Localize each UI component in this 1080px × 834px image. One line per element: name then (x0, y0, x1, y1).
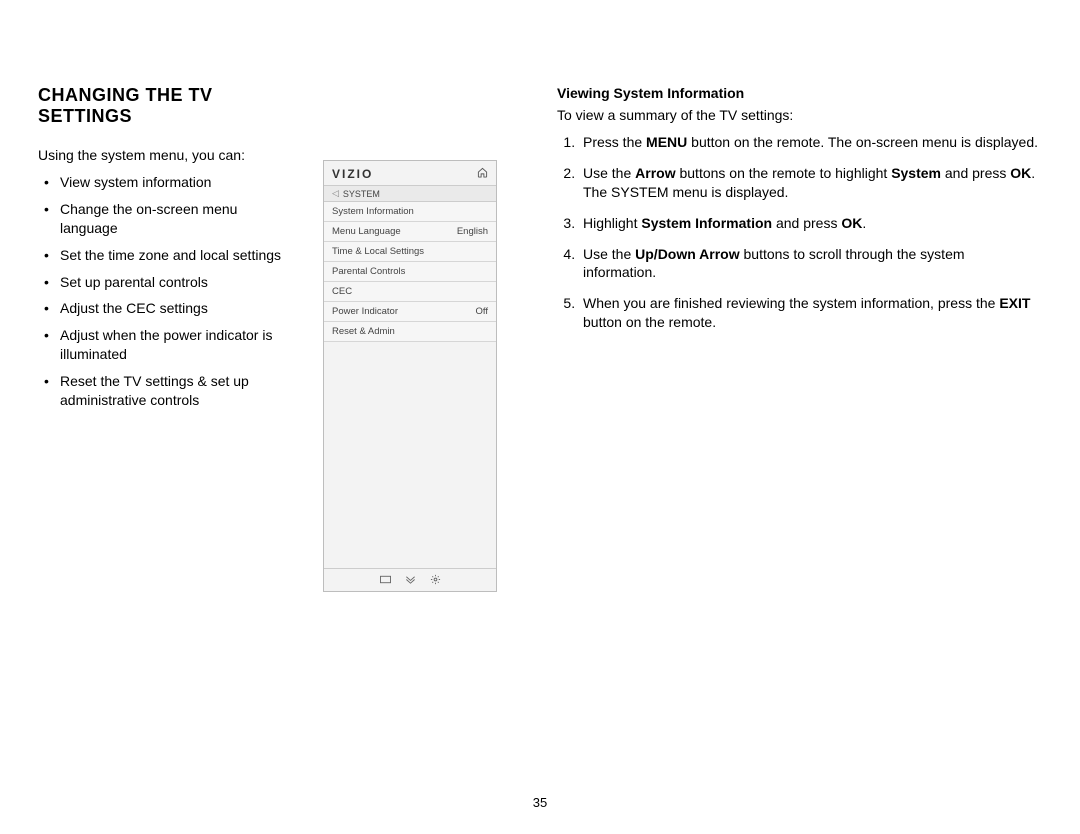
tv-menu-row: CEC (324, 282, 496, 302)
tv-menu-illustration: VIZIO ◁ SYSTEM System Information Menu L… (323, 160, 497, 592)
home-icon (477, 167, 488, 181)
step-item: Use the Up/Down Arrow buttons to scroll … (579, 245, 1040, 283)
tv-row-value: Off (476, 306, 489, 317)
back-icon: ◁ (332, 188, 339, 199)
tv-row-value: English (457, 226, 488, 237)
gear-icon (430, 574, 441, 585)
list-item: Set the time zone and local settings (60, 246, 293, 265)
capabilities-list: View system information Change the on-sc… (38, 173, 293, 410)
section-intro: To view a summary of the TV settings: (557, 107, 1040, 123)
tv-menu-footer (324, 568, 496, 591)
tv-menu-row: Reset & Admin (324, 322, 496, 342)
vizio-logo: VIZIO (332, 167, 373, 181)
list-item: Change the on-screen menu language (60, 200, 293, 238)
page-heading: CHANGING THE TV SETTINGS (38, 85, 293, 127)
tv-row-label: Power Indicator (332, 306, 398, 317)
tv-row-label: System Information (332, 206, 414, 217)
page-number: 35 (0, 795, 1080, 810)
tv-menu-row: System Information (324, 202, 496, 222)
list-item: View system information (60, 173, 293, 192)
step-item: Highlight System Information and press O… (579, 214, 1040, 233)
tv-menu-breadcrumb: ◁ SYSTEM (324, 186, 496, 202)
tv-menu-header: VIZIO (324, 161, 496, 186)
tv-row-label: Parental Controls (332, 266, 405, 277)
tv-menu-row: Menu Language English (324, 222, 496, 242)
list-item: Adjust the CEC settings (60, 299, 293, 318)
list-item: Adjust when the power indicator is illum… (60, 326, 293, 364)
tv-row-label: Menu Language (332, 226, 401, 237)
section-heading: Viewing System Information (557, 85, 1040, 101)
intro-text: Using the system menu, you can: (38, 147, 293, 163)
chevron-down-icon (405, 574, 416, 585)
step-item: When you are finished reviewing the syst… (579, 294, 1040, 332)
step-item: Press the MENU button on the remote. The… (579, 133, 1040, 152)
list-item: Reset the TV settings & set up administr… (60, 372, 293, 410)
breadcrumb-label: SYSTEM (343, 189, 380, 199)
tv-menu-row: Power Indicator Off (324, 302, 496, 322)
tv-row-label: Reset & Admin (332, 326, 395, 337)
list-item: Set up parental controls (60, 273, 293, 292)
tv-row-label: CEC (332, 286, 352, 297)
tv-menu-row: Time & Local Settings (324, 242, 496, 262)
tv-menu-row: Parental Controls (324, 262, 496, 282)
steps-list: Press the MENU button on the remote. The… (557, 133, 1040, 332)
wide-icon (380, 574, 391, 585)
step-item: Use the Arrow buttons on the remote to h… (579, 164, 1040, 202)
tv-row-label: Time & Local Settings (332, 246, 424, 257)
